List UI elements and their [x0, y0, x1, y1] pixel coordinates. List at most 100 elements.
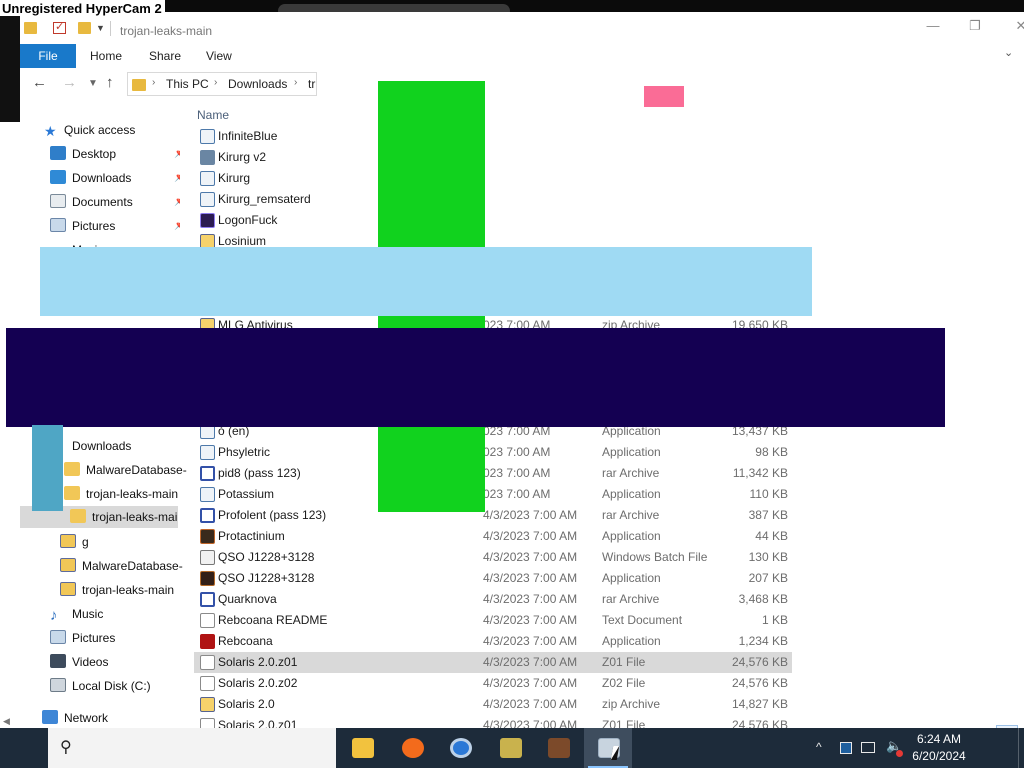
list-item[interactable]: Kirurg v2: [194, 147, 792, 168]
nav-downloads-tree[interactable]: Downloads: [72, 435, 131, 457]
list-item[interactable]: Kirurg_remsaterd: [194, 189, 792, 210]
list-item[interactable]: Protactinium 4/3/2023 7:00 AM Application 4…: [194, 526, 792, 547]
nav-label: g: [82, 535, 89, 549]
list-item-selected[interactable]: Solaris 2.0.z01 4/3/2023 7:00 AM Z01 File 2…: [194, 652, 792, 673]
properties-icon[interactable]: [53, 20, 66, 34]
nav-label: Pictures: [72, 219, 116, 233]
chevron-down-icon[interactable]: ▼: [96, 23, 105, 33]
file-date: 4/3/2023 7:00 AM: [483, 592, 578, 606]
nav-videos[interactable]: Videos: [50, 651, 108, 673]
file-size: 387 KB: [748, 508, 788, 522]
file-size: 98 KB: [755, 445, 788, 459]
breadcrumb-separator-icon[interactable]: ›: [152, 77, 155, 88]
close-button[interactable]: ✕: [998, 18, 1024, 42]
list-item[interactable]: LogonFuck: [194, 210, 792, 231]
list-item[interactable]: InfiniteBlue: [194, 126, 792, 147]
hypercam-watermark: Unregistered HyperCam 2: [0, 0, 165, 16]
application-icon: [200, 129, 215, 144]
nav-label: Pictures: [72, 631, 116, 645]
chrome-icon: [450, 738, 472, 758]
list-item[interactable]: Quarknova 4/3/2023 7:00 AM rar Archive 3,46…: [194, 589, 792, 610]
nav-downloads[interactable]: Downloads 📌: [50, 167, 180, 189]
expand-ribbon-icon[interactable]: ⌄: [1004, 46, 1013, 59]
pin-icon: 📌: [174, 167, 180, 189]
taskbar-app-bee[interactable]: [486, 728, 534, 768]
list-item[interactable]: QSO J1228+3128 4/3/2023 7:00 AM Windows Ba…: [194, 547, 792, 568]
nav-documents[interactable]: Documents 📌: [50, 191, 180, 213]
file-icon: [200, 718, 215, 728]
file-size: 1,234 KB: [738, 634, 788, 648]
pictures-icon: [50, 630, 66, 644]
list-item[interactable]: Solaris 2.0 4/3/2023 7:00 AM zip Archive 14…: [194, 694, 792, 715]
file-name: Rebcoana README: [218, 613, 328, 627]
list-item[interactable]: Rebcoana 4/3/2023 7:00 AM Application 1,234…: [194, 631, 792, 652]
list-item[interactable]: Solaris 2.0.z02 4/3/2023 7:00 AM Z02 File 2…: [194, 673, 792, 694]
address-bar[interactable]: › This PC › Downloads › tr: [127, 72, 317, 96]
pin-icon: 📌: [174, 215, 180, 237]
back-button[interactable]: ←: [32, 74, 47, 91]
show-desktop-button[interactable]: [1018, 728, 1024, 768]
nav-network[interactable]: Network: [42, 707, 108, 729]
file-name: InfiniteBlue: [218, 129, 278, 143]
nav-trojan-leaks-folder[interactable]: trojan-leaks-main: [64, 483, 178, 505]
nav-desktop[interactable]: Desktop 📌: [50, 143, 180, 165]
title-bar: ▼ trojan-leaks-main — ❐ ✕: [20, 12, 1024, 44]
list-item[interactable]: Profolent (pass 123) 4/3/2023 7:00 AM rar …: [194, 505, 792, 526]
application-icon: [200, 213, 215, 228]
nav-pictures-2[interactable]: Pictures: [50, 627, 115, 649]
breadcrumb-current[interactable]: tr: [308, 77, 315, 91]
documents-icon: [50, 194, 66, 208]
nav-trojan-leaks-zip[interactable]: trojan-leaks-main: [60, 579, 174, 601]
column-header-name[interactable]: Name: [197, 108, 229, 122]
show-hidden-icons-icon[interactable]: ^: [816, 740, 822, 754]
scroll-left-icon[interactable]: ◀: [3, 716, 10, 727]
list-item[interactable]: pid8 (pass 123) 023 7:00 AM rar Archive 11,…: [194, 463, 792, 484]
file-name: Solaris 2.0.z01: [218, 718, 298, 728]
minimize-button[interactable]: —: [910, 18, 956, 42]
tab-home[interactable]: Home: [90, 44, 122, 68]
list-item[interactable]: Potassium 023 7:00 AM Application 110 KB: [194, 484, 792, 505]
up-button[interactable]: ↑: [106, 74, 114, 91]
taskbar-file-explorer[interactable]: [338, 728, 386, 768]
nav-pictures[interactable]: Pictures 📌: [50, 215, 180, 237]
nav-local-disk[interactable]: Local Disk (C:): [50, 675, 151, 697]
breadcrumb-downloads[interactable]: Downloads: [228, 77, 287, 91]
tray-app-icon[interactable]: [840, 742, 852, 754]
nav-label: Downloads: [72, 171, 132, 185]
nav-quick-access[interactable]: ★ Quick access: [44, 119, 135, 141]
folder-icon: [24, 22, 37, 34]
new-folder-icon[interactable]: [78, 22, 91, 34]
file-size: 3,468 KB: [738, 592, 788, 606]
taskbar-search[interactable]: ⚲: [48, 728, 336, 768]
nav-g-zip[interactable]: g: [60, 531, 89, 553]
list-item[interactable]: Rebcoana README 4/3/2023 7:00 AM Text Docu…: [194, 610, 792, 631]
pin-icon: 📌: [174, 143, 180, 165]
nav-label: Desktop: [72, 147, 117, 161]
taskbar-app-game[interactable]: [534, 728, 582, 768]
maximize-button[interactable]: ❐: [952, 18, 998, 42]
nav-malware-database-folder[interactable]: MalwareDatabase-: [64, 459, 187, 481]
nav-malware-database-zip[interactable]: MalwareDatabase-: [60, 555, 183, 577]
breadcrumb-separator-icon[interactable]: ›: [214, 77, 217, 88]
taskbar-app-window[interactable]: [584, 728, 632, 768]
breadcrumb-separator-icon[interactable]: ›: [294, 77, 297, 88]
list-item[interactable]: QSO J1228+3128 4/3/2023 7:00 AM Applicatio…: [194, 568, 792, 589]
tab-view[interactable]: View: [206, 44, 232, 68]
taskbar-chrome[interactable]: [436, 728, 484, 768]
pictures-icon: [50, 218, 66, 232]
file-size: 1 KB: [761, 613, 788, 627]
system-clock[interactable]: 6:24 AM 6/20/2024: [902, 731, 976, 765]
forward-button[interactable]: →: [62, 74, 77, 91]
list-item[interactable]: Phsyletric 023 7:00 AM Application 98 KB: [194, 442, 792, 463]
recent-locations-button[interactable]: ▼: [88, 78, 98, 89]
redaction-block: [40, 247, 812, 316]
file-name: Kirurg_remsaterd: [218, 192, 311, 206]
list-item[interactable]: Solaris 2.0.z01 4/3/2023 7:00 AM Z01 File 2…: [194, 715, 792, 728]
list-item[interactable]: Kirurg: [194, 168, 792, 189]
tab-file[interactable]: File: [20, 44, 76, 68]
nav-music[interactable]: ♪ Music: [50, 603, 103, 625]
tab-share[interactable]: Share: [149, 44, 181, 68]
breadcrumb-this-pc[interactable]: This PC: [166, 77, 209, 91]
network-icon[interactable]: [861, 742, 875, 753]
taskbar-firefox[interactable]: [388, 728, 436, 768]
